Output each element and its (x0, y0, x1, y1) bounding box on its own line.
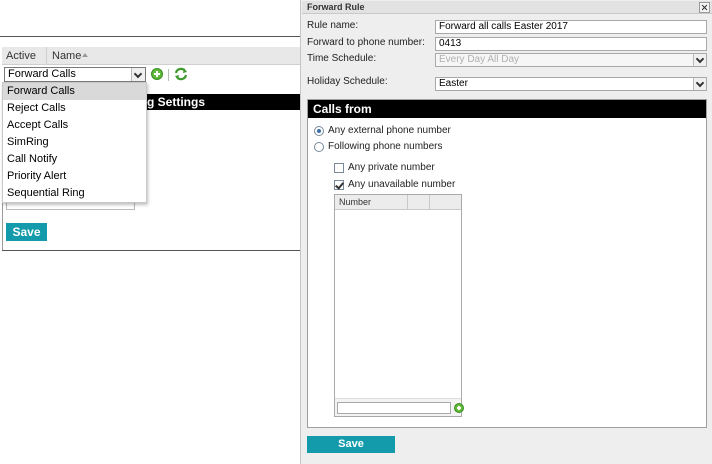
dropdown-option-simring[interactable]: SimRing (3, 134, 146, 151)
rule-type-combo[interactable]: Forward Calls (4, 67, 146, 82)
column-separator (429, 195, 430, 210)
chevron-down-icon[interactable] (693, 78, 706, 90)
phone-number-input[interactable] (337, 402, 451, 414)
dropdown-option-accept-calls[interactable]: Accept Calls (3, 117, 146, 134)
column-separator (407, 195, 408, 210)
rule-type-dropdown-list: Forward Calls Reject Calls Accept Calls … (2, 82, 147, 203)
close-icon[interactable] (699, 2, 710, 13)
chevron-down-icon[interactable] (693, 54, 706, 66)
phone-numbers-grid-footer (335, 398, 464, 416)
rules-grid-header: Active Name (2, 47, 300, 65)
calls-from-title: Calls from (313, 102, 372, 116)
holiday-schedule-select[interactable]: Easter (435, 77, 707, 91)
any-private-label: Any private number (348, 162, 435, 173)
phone-numbers-grid-header: Number (335, 195, 461, 210)
forward-to-field[interactable]: 0413 (435, 37, 707, 51)
rule-type-combo-value[interactable]: Forward Calls (8, 68, 76, 80)
any-external-radio[interactable] (314, 126, 324, 136)
sort-ascending-icon (82, 53, 88, 57)
time-schedule-value: Every Day All Day (439, 54, 520, 65)
time-schedule-label: Time Schedule: (307, 53, 377, 64)
any-unavailable-checkbox[interactable] (334, 180, 344, 190)
any-unavailable-label: Any unavailable number (348, 179, 456, 190)
dropdown-option-forward-calls[interactable]: Forward Calls (3, 83, 146, 100)
any-external-label: Any external phone number (328, 125, 451, 136)
dialog-title-bar: Forward Rule (302, 1, 712, 14)
any-private-checkbox[interactable] (334, 163, 344, 173)
phone-numbers-grid: Number (334, 194, 464, 417)
dropdown-option-call-notify[interactable]: Call Notify (3, 151, 146, 168)
forward-rule-dialog: Forward Rule Rule name: Forward all call… (300, 0, 712, 464)
toolbar-separator (168, 69, 169, 81)
rule-name-label: Rule name: (307, 20, 359, 31)
holiday-schedule-label: Holiday Schedule: (307, 76, 388, 87)
calls-from-panel: Calls from Any external phone number Fol… (307, 99, 707, 428)
following-numbers-radio[interactable] (314, 142, 324, 152)
forward-to-label: Forward to phone number: (307, 37, 425, 48)
column-header-name[interactable]: Name (52, 50, 81, 62)
add-rule-icon[interactable] (151, 68, 163, 80)
column-header-active[interactable]: Active (6, 50, 36, 62)
rule-toolbar: Forward Calls (2, 65, 300, 83)
rule-name-field[interactable]: Forward all calls Easter 2017 (435, 20, 707, 34)
left-bottom-divider (2, 250, 300, 251)
left-top-divider (0, 36, 300, 37)
dropdown-option-reject-calls[interactable]: Reject Calls (3, 100, 146, 117)
holiday-schedule-value: Easter (439, 78, 468, 89)
save-button[interactable]: Save (6, 223, 47, 241)
settings-header-title: g Settings (146, 95, 205, 109)
dialog-title: Forward Rule (307, 2, 365, 12)
add-number-icon[interactable] (454, 403, 464, 413)
dialog-save-button[interactable]: Save (307, 436, 395, 453)
dropdown-option-sequential-ring[interactable]: Sequential Ring (3, 185, 146, 202)
time-schedule-select[interactable]: Every Day All Day (435, 53, 707, 67)
refresh-icon[interactable] (174, 67, 188, 81)
chevron-down-icon[interactable] (131, 68, 145, 81)
calls-from-header: Calls from (308, 100, 706, 118)
dropdown-option-priority-alert[interactable]: Priority Alert (3, 168, 146, 185)
column-separator (46, 47, 47, 65)
following-numbers-label: Following phone numbers (328, 141, 443, 152)
column-header-number[interactable]: Number (339, 197, 371, 207)
